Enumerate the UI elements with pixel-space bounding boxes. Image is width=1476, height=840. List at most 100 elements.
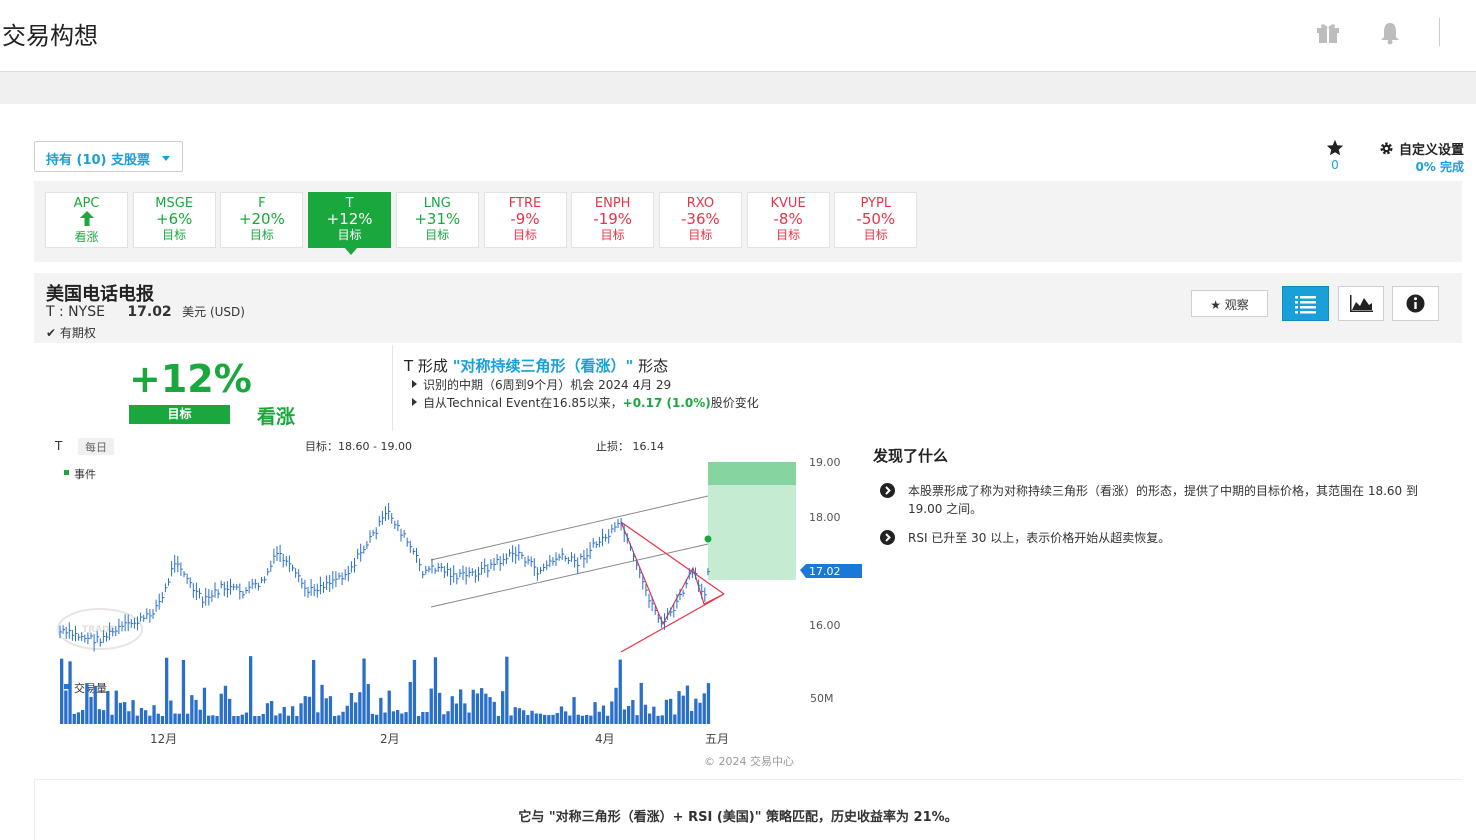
direction-label: 看涨: [257, 406, 296, 428]
volume-bar: [610, 701, 614, 724]
exchange-symbol: T : NYSE: [46, 304, 105, 320]
price-candles: [59, 502, 710, 652]
volume-bar: [652, 706, 656, 724]
volume-bar: [123, 702, 127, 724]
volume-bar: [148, 715, 152, 724]
volume-bar: [643, 704, 648, 724]
customize-settings[interactable]: 自定义设置 0% 完成: [1364, 139, 1464, 175]
bullet-1-text: 识别的中期（6周到9个月）机会 2024 4月 29: [423, 378, 672, 392]
volume-bar: [408, 681, 412, 724]
finding-text: RSI 已升至 30 以上，表示价格开始从超卖恢复。: [908, 531, 1171, 545]
tile-value: -19%: [593, 210, 633, 228]
volume-bar: [450, 696, 454, 724]
page-title: 交易构想: [2, 22, 98, 50]
check-icon: ✔: [46, 326, 57, 340]
tile-subtitle: 目标: [162, 228, 187, 242]
header-divider: [1439, 18, 1440, 46]
volume-bar: [68, 661, 72, 724]
volume-bar: [475, 693, 480, 724]
stock-tile-apc[interactable]: APC 看涨: [45, 192, 128, 248]
chart-symbol: T: [54, 439, 63, 453]
volume-bar: [257, 715, 261, 724]
target-percent: +12%: [129, 357, 252, 401]
pattern-prefix: T 形成: [404, 357, 453, 375]
volume-bar: [580, 715, 585, 724]
stock-tile-msge[interactable]: MSGE +6% 目标: [132, 192, 216, 248]
holdings-dropdown[interactable]: 持有 (10) 支股票: [34, 141, 183, 172]
volume-bar: [467, 712, 471, 724]
volume-bar: [480, 688, 484, 724]
findings-title: 发现了什么: [873, 447, 949, 465]
y-label-16: 16.00: [809, 619, 841, 632]
gift-icon[interactable]: [1316, 22, 1340, 44]
star-icon: [1326, 139, 1344, 156]
stock-tile-lng[interactable]: LNG +31% 目标: [395, 192, 479, 248]
volume-bar: [639, 682, 643, 724]
chart-view-button[interactable]: [1338, 286, 1384, 321]
volume-bar: [383, 712, 387, 724]
volume-bar: [328, 696, 333, 724]
tile-subtitle: 目标: [776, 228, 801, 242]
volume-bar: [215, 715, 219, 724]
tile-symbol: KVUE: [770, 196, 806, 211]
volume-bar: [299, 703, 303, 724]
volume-bar: [110, 714, 114, 724]
bell-icon[interactable]: [1380, 21, 1400, 45]
volume-bar: [530, 710, 534, 724]
volume-bar: [97, 709, 102, 724]
stock-tile-kvue[interactable]: KVUE -8% 目标: [746, 192, 830, 248]
bullet-arrow-icon: [412, 398, 417, 406]
summary-bullet-1: 识别的中期（6周到9个月）机会 2024 4月 29: [412, 376, 671, 393]
volume-legend-swatch: [64, 684, 69, 689]
stock-tile-ftre[interactable]: FTRE -9% 目标: [483, 192, 567, 248]
price-chart[interactable]: T 每日 目标：18.60 - 19.00 止损： 16.14 事件 TRADE…: [38, 432, 868, 777]
tile-subtitle: 目标: [863, 228, 888, 242]
info-button[interactable]: [1392, 286, 1439, 321]
volume-bar: [316, 712, 320, 724]
favorites-count: 0: [1331, 158, 1339, 172]
volume-bar: [463, 703, 467, 724]
volume-bar: [253, 715, 257, 724]
volume-bar: [387, 690, 391, 724]
volume-bar: [202, 687, 207, 724]
pattern-name[interactable]: "对称持续三角形（看涨）": [453, 357, 634, 375]
stock-tile-f[interactable]: F +20% 目标: [220, 192, 304, 248]
volume-bar: [509, 715, 513, 724]
volume-bar: [240, 714, 244, 724]
tile-symbol: RXO: [686, 196, 715, 211]
stock-tile-enph[interactable]: ENPH -19% 目标: [571, 192, 655, 248]
volume-bar: [568, 715, 572, 724]
volume-bar: [517, 708, 522, 724]
volume-bar: [421, 712, 425, 724]
watch-button[interactable]: ★ 观察: [1191, 290, 1268, 317]
event-marker: [704, 535, 712, 543]
volume-bar: [564, 711, 568, 724]
event-legend: 事件: [74, 468, 96, 481]
pattern-suffix: 形态: [633, 357, 669, 375]
volume-bar: [64, 690, 68, 724]
stock-tile-pypl[interactable]: PYPL -50% 目标: [834, 192, 918, 248]
volume-bar: [391, 711, 396, 724]
volume-bar: [177, 713, 181, 724]
volume-bar: [375, 714, 379, 724]
volume-bar: [244, 712, 249, 724]
list-view-button[interactable]: [1282, 286, 1329, 321]
stock-tile-t[interactable]: T +12% 目标: [308, 192, 392, 255]
holdings-label: 持有 (10) 支股票: [46, 153, 151, 168]
volume-bar: [404, 712, 408, 724]
volume-bar: [307, 696, 312, 724]
tile-subtitle: 看涨: [74, 230, 99, 244]
volume-bar: [698, 702, 702, 724]
volume-bar: [320, 684, 324, 724]
strategy-match-text: 它与 "对称三角形（看涨）+ RSI (美国)" 策略匹配，历史收益率为 21%…: [518, 810, 958, 825]
volume-bar: [547, 715, 551, 724]
volume-bar: [702, 693, 706, 724]
volume-bar: [417, 715, 421, 724]
volume-bar: [173, 713, 177, 724]
volume-bar: [601, 705, 606, 724]
y-label-18: 18.00: [809, 511, 841, 524]
chart-copyright: © 2024 交易中心: [704, 754, 794, 768]
stock-tile-rxo[interactable]: RXO -36% 目标: [658, 192, 742, 248]
favorites-counter[interactable]: 0: [1325, 139, 1345, 172]
volume-bar: [131, 700, 135, 724]
